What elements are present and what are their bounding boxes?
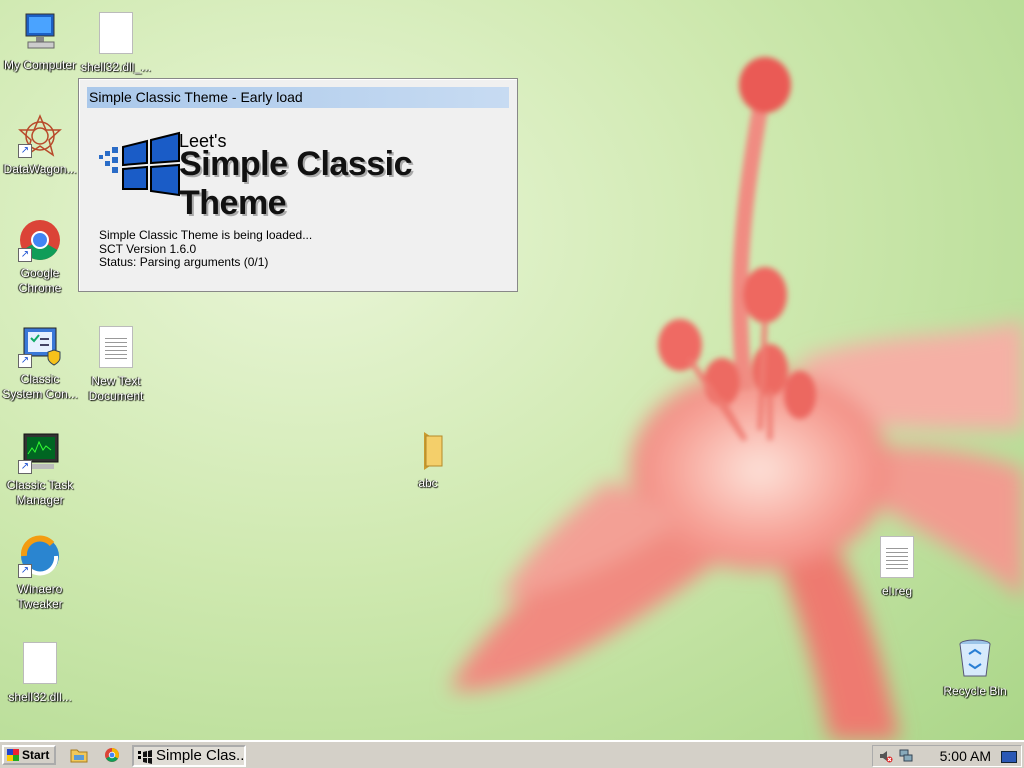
network-icon[interactable]	[899, 749, 913, 763]
file-icon	[18, 642, 62, 686]
sct-app-icon	[137, 749, 153, 765]
desktop-icon-label: abc	[418, 476, 438, 490]
show-desktop-icon[interactable]	[1001, 751, 1017, 763]
shortcut-arrow-icon: ↗	[18, 354, 32, 368]
desktop-icon-shell32-top[interactable]: shell32.dll_...	[76, 10, 156, 75]
recycle-bin-icon	[953, 636, 997, 680]
chrome-icon: ↗	[18, 218, 62, 262]
desktop-icon-abc-folder[interactable]: abc	[388, 428, 468, 491]
splash-status-text: Simple Classic Theme is being loaded... …	[99, 228, 313, 270]
desktop-icon-label: Classic Task Manager	[6, 478, 74, 507]
desktop-icon-label: Recycle Bin	[943, 684, 1007, 698]
desktop-icon-datawagon[interactable]: ↗ DataWagon...	[0, 114, 80, 177]
datawagon-icon: ↗	[18, 114, 62, 158]
desktop-icon-label: Google Chrome	[18, 266, 62, 295]
task-button-label: Simple Clas...	[156, 747, 246, 764]
shortcut-arrow-icon: ↗	[18, 248, 32, 262]
desktop-icon-new-text-document[interactable]: New Text Document	[76, 324, 156, 404]
desktop-icon-label: DataWagon...	[3, 162, 77, 176]
taskbar-clock[interactable]: 5:00 AM	[940, 748, 991, 764]
folder-icon	[406, 428, 450, 472]
chrome-icon[interactable]	[104, 747, 122, 763]
desktop-icon-recycle-bin[interactable]: Recycle Bin	[935, 636, 1015, 699]
desktop-icon-el-reg[interactable]: el.reg	[857, 534, 937, 599]
desktop-icon-google-chrome[interactable]: ↗ Google Chrome	[0, 218, 80, 296]
computer-icon	[18, 10, 62, 54]
desktop-icon-label: el.reg	[881, 584, 913, 598]
taskbar: Start Simple Clas... 5:00 AM	[0, 740, 1024, 768]
shortcut-arrow-icon: ↗	[18, 564, 32, 578]
desktop-icon-classic-task-manager[interactable]: ↗ Classic Task Manager	[0, 430, 80, 508]
system-tray: 5:00 AM	[872, 745, 1022, 767]
splash-version-line: SCT Version 1.6.0	[99, 241, 197, 256]
file-icon	[94, 12, 138, 56]
desktop-icon-label: shell32.dll...	[8, 690, 72, 704]
task-button-simple-classic-theme[interactable]: Simple Clas...	[132, 745, 246, 767]
splash-title-bar[interactable]: Simple Classic Theme - Early load	[87, 87, 509, 108]
control-panel-icon: ↗	[18, 324, 62, 368]
winaero-icon: ↗	[18, 534, 62, 578]
desktop-icon-label: shell32.dll_...	[80, 60, 152, 74]
text-document-icon	[94, 326, 138, 370]
splash-brand-name: Simple Classic Theme	[179, 145, 413, 222]
volume-muted-icon[interactable]	[879, 749, 893, 763]
sct-splash-window[interactable]: Simple Classic Theme - Early load Leet's…	[78, 78, 518, 292]
desktop-icon-label: My Computer	[3, 58, 77, 72]
desktop-icon-label: Classic System Con...	[2, 372, 78, 401]
splash-status-line: Simple Classic Theme is being loaded...	[99, 228, 313, 242]
desktop-icon-classic-system-control[interactable]: ↗ Classic System Con...	[0, 324, 80, 402]
desktop-icon-label: New Text Document	[88, 374, 144, 403]
splash-progress-line: Status: Parsing arguments (0/1)	[99, 255, 269, 269]
start-button-label: Start	[22, 748, 50, 762]
desktop-icon-winaero-tweaker[interactable]: ↗ Winaero Tweaker	[0, 534, 80, 612]
desktop-icon-my-computer[interactable]: My Computer	[0, 10, 80, 73]
task-manager-icon: ↗	[18, 430, 62, 474]
shortcut-arrow-icon: ↗	[18, 144, 32, 158]
desktop-icon-label: Winaero Tweaker	[17, 582, 63, 611]
start-button[interactable]: Start	[2, 745, 56, 765]
explorer-icon[interactable]	[70, 747, 88, 763]
registry-file-icon	[875, 536, 919, 580]
desktop-icon-shell32-bottom[interactable]: shell32.dll...	[0, 640, 80, 705]
shortcut-arrow-icon: ↗	[18, 460, 32, 474]
windows-logo-icon	[7, 749, 19, 761]
